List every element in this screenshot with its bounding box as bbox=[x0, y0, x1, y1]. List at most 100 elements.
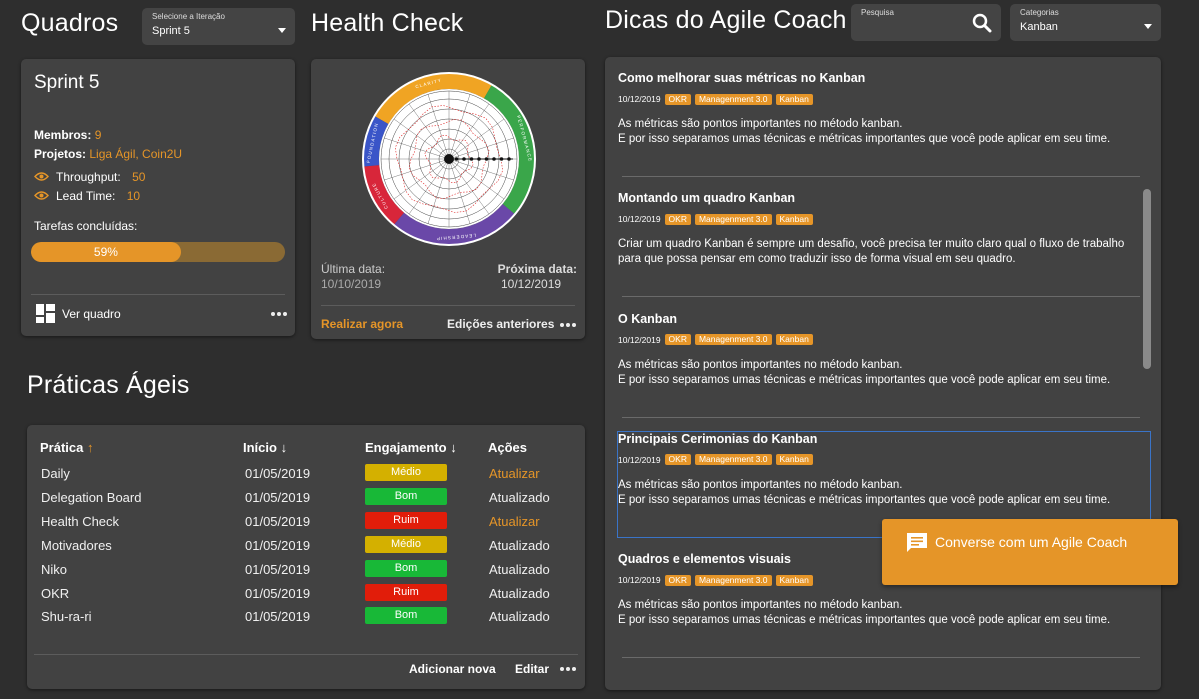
cell-inicio: 01/05/2019 bbox=[245, 609, 311, 625]
tag-badge[interactable]: Managenment 3.0 bbox=[694, 93, 772, 105]
engagement-badge: Médio bbox=[365, 464, 447, 481]
praticas-table-card: Prática ↑ Início ↓ Engajamento ↓ Ações D… bbox=[27, 425, 585, 689]
tasks-progress-text: 59% bbox=[93, 245, 118, 259]
eye-icon bbox=[34, 172, 49, 181]
tips-scrollbar[interactable] bbox=[1143, 189, 1151, 369]
tip-title[interactable]: Quadros e elementos visuais bbox=[618, 552, 791, 566]
tips-list-card: Como melhorar suas métricas no Kanban 10/… bbox=[605, 57, 1161, 690]
category-select-value: Kanban bbox=[1020, 21, 1058, 33]
last-date-value: 10/10/2019 bbox=[321, 277, 382, 291]
chevron-down-icon bbox=[278, 28, 286, 33]
tag-badge[interactable]: Managenment 3.0 bbox=[694, 334, 772, 346]
tag-badge[interactable]: Kanban bbox=[775, 334, 813, 346]
engagement-badge: Bom bbox=[365, 487, 447, 505]
tag-badge[interactable]: Kanban bbox=[775, 213, 813, 225]
chat-button-label: Converse com um Agile Coach bbox=[935, 534, 1128, 550]
tag-badge[interactable]: OKR bbox=[664, 574, 691, 586]
col-header-inicio-label: Início bbox=[243, 440, 277, 455]
divider bbox=[321, 305, 575, 306]
more-options-icon[interactable] bbox=[560, 667, 576, 671]
engagement-badge: Ruim bbox=[365, 583, 447, 601]
more-options-icon[interactable] bbox=[271, 312, 287, 316]
search-icon[interactable] bbox=[972, 13, 992, 33]
tag-badge[interactable]: Managenment 3.0 bbox=[694, 574, 772, 586]
col-header-pratica-label: Prática bbox=[40, 440, 84, 455]
cell-pratica: Niko bbox=[41, 561, 68, 577]
divider bbox=[622, 657, 1140, 659]
table-row: Daily 01/05/2019 Médio Atualizar bbox=[27, 462, 585, 486]
edicoes-anteriores-link[interactable]: Edições anteriores bbox=[447, 317, 554, 331]
tip-item[interactable]: Como melhorar suas métricas no Kanban 10/… bbox=[605, 71, 1161, 189]
search-input-label: Pesquisa bbox=[861, 8, 894, 17]
tag-badge[interactable]: Managenment 3.0 bbox=[694, 213, 772, 225]
tip-meta: 10/12/2019 OKR Managenment 3.0 Kanban bbox=[618, 334, 813, 346]
tasks-label: Tarefas concluídas: bbox=[34, 219, 138, 233]
divider bbox=[31, 294, 285, 295]
health-check-wheel[interactable]: CLARITYPERFORMANCELEADERSHIPCULTUREFOUND… bbox=[359, 69, 539, 249]
arrow-down-icon: ↓ bbox=[450, 440, 457, 455]
iteration-select[interactable]: Selecione a Iteração Sprint 5 bbox=[142, 8, 295, 45]
tag-badge[interactable]: OKR bbox=[664, 213, 691, 225]
col-header-engajamento[interactable]: Engajamento ↓ bbox=[365, 440, 457, 455]
divider bbox=[622, 416, 1140, 418]
tip-meta: 10/12/2019 OKR Managenment 3.0 Kanban bbox=[618, 213, 813, 225]
update-action-link[interactable]: Atualizar bbox=[489, 466, 540, 481]
tip-description: Criar um quadro Kanban é sempre um desaf… bbox=[618, 237, 1138, 267]
search-input[interactable]: Pesquisa bbox=[851, 4, 1001, 41]
board-icon[interactable] bbox=[36, 304, 55, 323]
col-header-engajamento-label: Engajamento bbox=[365, 440, 447, 455]
tip-description-line: As métricas são pontos importantes no mé… bbox=[618, 118, 903, 130]
more-options-icon[interactable] bbox=[560, 323, 576, 327]
projects-value: Liga Ágil, Coin2U bbox=[89, 147, 183, 161]
next-date-label: Próxima data: bbox=[497, 262, 577, 276]
members-value: 9 bbox=[94, 128, 102, 142]
add-new-button[interactable]: Adicionar nova bbox=[409, 662, 496, 676]
tag-badge[interactable]: Kanban bbox=[775, 574, 813, 586]
chevron-down-icon bbox=[1144, 24, 1152, 29]
tip-item[interactable]: Montando um quadro Kanban 10/12/2019 OKR Ma… bbox=[605, 191, 1161, 309]
throughput-row: Throughput: 50 bbox=[56, 170, 145, 184]
iteration-select-value: Sprint 5 bbox=[152, 25, 190, 37]
leadtime-row: Lead Time: 10 bbox=[56, 189, 140, 203]
tag-badge[interactable]: OKR bbox=[664, 334, 691, 346]
divider bbox=[622, 296, 1140, 298]
realizar-agora-link[interactable]: Realizar agora bbox=[321, 317, 403, 331]
dicas-title: Dicas do Agile Coach bbox=[605, 6, 847, 34]
category-select[interactable]: Categorias Kanban bbox=[1010, 4, 1161, 41]
throughput-label: Throughput: bbox=[56, 170, 121, 184]
tip-description: As métricas são pontos importantes no mé… bbox=[618, 598, 1138, 628]
cell-pratica: Motivadores bbox=[41, 537, 112, 553]
tip-title[interactable]: O Kanban bbox=[618, 312, 677, 326]
tip-date: 10/12/2019 bbox=[618, 214, 661, 225]
tasks-progress-fill: 59% bbox=[31, 242, 181, 262]
table-row: Shu-ra-ri 01/05/2019 Bom Atualizado bbox=[27, 605, 585, 629]
praticas-title: Práticas Ágeis bbox=[27, 371, 190, 399]
tag-badge[interactable]: OKR bbox=[664, 93, 691, 105]
leadtime-value: 10 bbox=[126, 189, 141, 203]
update-action-link[interactable]: Atualizar bbox=[489, 514, 540, 529]
tip-description: As métricas são pontos importantes no mé… bbox=[618, 117, 1138, 147]
tag-badge[interactable]: Kanban bbox=[775, 93, 813, 105]
cell-pratica: Shu-ra-ri bbox=[41, 609, 92, 625]
tip-item[interactable]: O Kanban 10/12/2019 OKR Managenment 3.0 Kanb… bbox=[605, 312, 1161, 430]
edit-button[interactable]: Editar bbox=[515, 662, 549, 676]
leadtime-label: Lead Time: bbox=[56, 189, 116, 203]
members-row: Membros: 9 bbox=[34, 128, 101, 142]
col-header-inicio[interactable]: Início ↓ bbox=[243, 440, 287, 455]
eye-icon bbox=[34, 191, 49, 200]
col-header-pratica[interactable]: Prática ↑ bbox=[40, 440, 94, 455]
view-board-link[interactable]: Ver quadro bbox=[62, 307, 121, 321]
table-row: Motivadores 01/05/2019 Médio Atualizado bbox=[27, 534, 585, 558]
next-date-value: 10/12/2019 bbox=[501, 277, 562, 291]
updated-status-text: Atualizado bbox=[489, 609, 550, 625]
tips-list: Como melhorar suas métricas no Kanban 10/… bbox=[605, 71, 1161, 681]
chat-agile-coach-button[interactable]: Converse com um Agile Coach bbox=[882, 519, 1178, 585]
cell-pratica: OKR bbox=[41, 585, 70, 601]
projects-label: Projetos: bbox=[34, 147, 87, 161]
tip-description-line: E por isso separamos umas técnicas e mét… bbox=[618, 133, 1111, 145]
iteration-select-label: Selecione a Iteração bbox=[152, 12, 225, 21]
tip-title[interactable]: Como melhorar suas métricas no Kanban bbox=[618, 71, 865, 85]
tip-title[interactable]: Montando um quadro Kanban bbox=[618, 191, 795, 205]
cell-inicio: 01/05/2019 bbox=[245, 585, 311, 601]
tip-description-line: As métricas são pontos importantes no mé… bbox=[618, 358, 903, 371]
